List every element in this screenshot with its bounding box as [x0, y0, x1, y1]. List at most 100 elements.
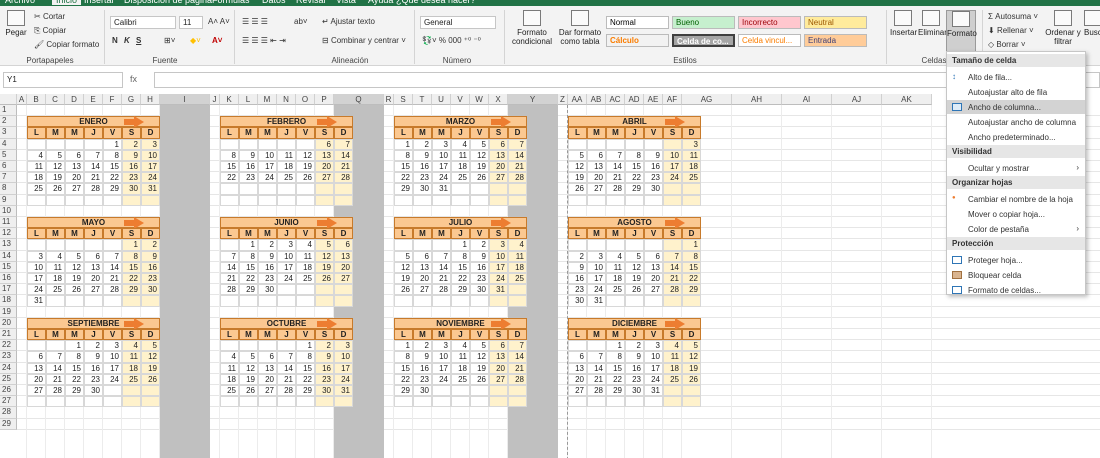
day-cell[interactable]: 27: [568, 385, 587, 397]
column-header-M[interactable]: M: [258, 94, 277, 105]
day-cell[interactable]: 22: [682, 273, 701, 285]
day-cell[interactable]: 4: [220, 351, 239, 363]
copy-button[interactable]: ⎘ Copiar: [34, 26, 66, 36]
autosum-button[interactable]: Σ Autosuma ˅: [988, 12, 1038, 21]
day-cell[interactable]: 9: [315, 351, 334, 363]
day-cell[interactable]: 20: [568, 373, 587, 385]
day-cell[interactable]: [27, 239, 46, 251]
day-cell[interactable]: 2: [625, 340, 644, 352]
day-cell[interactable]: 29: [394, 183, 413, 195]
day-cell[interactable]: 17: [432, 362, 451, 374]
day-cell[interactable]: [663, 239, 682, 251]
paste-button[interactable]: Pegar: [4, 10, 28, 37]
cell-style-7[interactable]: Entrada: [804, 34, 867, 47]
day-cell[interactable]: [258, 340, 277, 352]
row-header-9[interactable]: 9: [0, 194, 17, 206]
day-cell[interactable]: [663, 385, 682, 397]
day-cell[interactable]: [315, 295, 334, 307]
day-cell[interactable]: 19: [470, 161, 489, 173]
day-cell[interactable]: [141, 385, 160, 397]
day-cell[interactable]: [258, 194, 277, 206]
day-cell[interactable]: 30: [258, 284, 277, 296]
day-cell[interactable]: 6: [258, 351, 277, 363]
day-cell[interactable]: 22: [606, 373, 625, 385]
day-cell[interactable]: [84, 138, 103, 150]
day-cell[interactable]: 10: [334, 351, 353, 363]
day-cell[interactable]: [394, 194, 413, 206]
day-cell[interactable]: 20: [413, 273, 432, 285]
day-cell[interactable]: [27, 138, 46, 150]
day-cell[interactable]: 25: [220, 385, 239, 397]
day-cell[interactable]: 17: [432, 161, 451, 173]
day-cell[interactable]: 19: [394, 273, 413, 285]
day-cell[interactable]: 29: [606, 385, 625, 397]
day-cell[interactable]: 16: [625, 362, 644, 374]
day-cell[interactable]: 23: [470, 273, 489, 285]
day-cell[interactable]: 10: [587, 261, 606, 273]
day-cell[interactable]: 16: [568, 273, 587, 285]
day-cell[interactable]: 9: [568, 261, 587, 273]
align-left-icon[interactable]: ☰ ☰ ☰ ⇤ ⇥: [242, 36, 286, 45]
row-header-12[interactable]: 12: [0, 228, 17, 240]
column-header-H[interactable]: H: [141, 94, 160, 105]
day-cell[interactable]: [258, 295, 277, 307]
day-cell[interactable]: 29: [65, 385, 84, 397]
day-cell[interactable]: 22: [239, 273, 258, 285]
day-cell[interactable]: 6: [587, 149, 606, 161]
day-cell[interactable]: 11: [663, 351, 682, 363]
day-cell[interactable]: 23: [413, 172, 432, 184]
day-cell[interactable]: 31: [489, 284, 508, 296]
day-cell[interactable]: [682, 183, 701, 195]
day-cell[interactable]: [432, 295, 451, 307]
day-cell[interactable]: [644, 138, 663, 150]
day-cell[interactable]: 6: [489, 340, 508, 352]
column-header-G[interactable]: G: [122, 94, 141, 105]
day-cell[interactable]: [103, 194, 122, 206]
day-cell[interactable]: 23: [122, 172, 141, 184]
day-cell[interactable]: 28: [103, 284, 122, 296]
tab-0[interactable]: Archivo: [5, 0, 35, 5]
day-cell[interactable]: 9: [258, 250, 277, 262]
day-cell[interactable]: 16: [239, 161, 258, 173]
day-cell[interactable]: [84, 295, 103, 307]
day-cell[interactable]: 19: [315, 261, 334, 273]
day-cell[interactable]: [277, 284, 296, 296]
column-header-U[interactable]: U: [432, 94, 451, 105]
row-header-5[interactable]: 5: [0, 149, 17, 161]
column-header-AG[interactable]: AG: [682, 94, 732, 105]
day-cell[interactable]: 12: [141, 351, 160, 363]
day-cell[interactable]: 7: [606, 149, 625, 161]
day-cell[interactable]: 29: [451, 284, 470, 296]
day-cell[interactable]: 19: [46, 172, 65, 184]
day-cell[interactable]: 25: [451, 373, 470, 385]
day-cell[interactable]: [663, 194, 682, 206]
day-cell[interactable]: 15: [122, 261, 141, 273]
day-cell[interactable]: 9: [239, 149, 258, 161]
column-header-E[interactable]: E: [84, 94, 103, 105]
row-header-21[interactable]: 21: [0, 329, 17, 341]
day-cell[interactable]: [587, 138, 606, 150]
day-cell[interactable]: 20: [258, 373, 277, 385]
day-cell[interactable]: 28: [508, 373, 527, 385]
day-cell[interactable]: [220, 194, 239, 206]
day-cell[interactable]: [470, 385, 489, 397]
day-cell[interactable]: 14: [663, 261, 682, 273]
tab-6[interactable]: Revisar: [296, 0, 327, 5]
day-cell[interactable]: 2: [315, 340, 334, 352]
day-cell[interactable]: 9: [122, 149, 141, 161]
day-cell[interactable]: 11: [296, 250, 315, 262]
day-cell[interactable]: 13: [315, 149, 334, 161]
day-cell[interactable]: 15: [65, 362, 84, 374]
day-cell[interactable]: 6: [65, 149, 84, 161]
day-cell[interactable]: 18: [296, 261, 315, 273]
column-header-Q[interactable]: Q: [334, 94, 384, 105]
day-cell[interactable]: 13: [568, 362, 587, 374]
day-cell[interactable]: 27: [334, 273, 353, 285]
day-cell[interactable]: [220, 396, 239, 408]
menu-item-alto-de-fila[interactable]: ↕ Alto de fila...: [947, 70, 1085, 84]
day-cell[interactable]: 31: [644, 385, 663, 397]
day-cell[interactable]: 13: [65, 161, 84, 173]
day-cell[interactable]: [625, 396, 644, 408]
day-cell[interactable]: 15: [296, 362, 315, 374]
day-cell[interactable]: 22: [122, 273, 141, 285]
